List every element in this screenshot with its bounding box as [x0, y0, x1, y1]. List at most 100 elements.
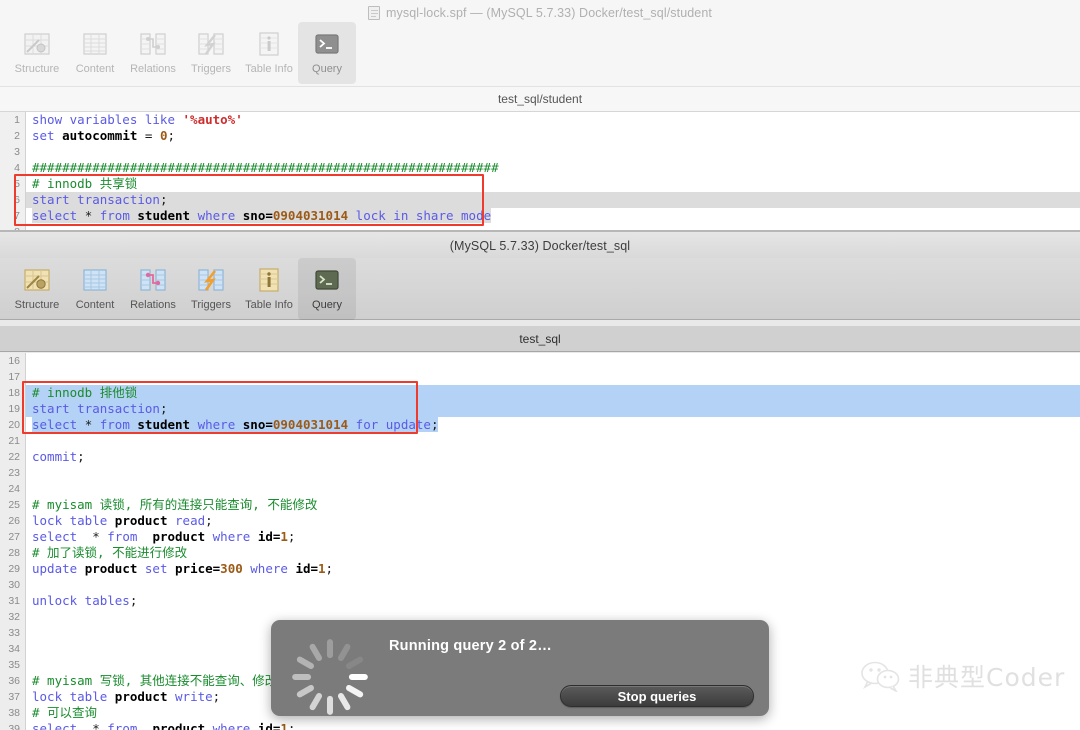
- code-token: where: [250, 561, 296, 576]
- line-number: 17: [8, 371, 20, 383]
- section-bar-label: test_sql: [519, 331, 561, 346]
- code-token: ;: [287, 721, 296, 730]
- code-area-top[interactable]: show variables like '%auto%' set autocomm…: [26, 112, 1080, 232]
- line-number: 20: [8, 419, 20, 431]
- code-token: student: [137, 417, 198, 432]
- code-line[interactable]: [26, 481, 1080, 497]
- code-line[interactable]: [26, 465, 1080, 481]
- code-line[interactable]: # myisam 读锁, 所有的连接只能查询, 不能修改: [26, 497, 1080, 513]
- toolbar-item-triggers[interactable]: Triggers: [182, 258, 240, 320]
- code-token: *: [84, 417, 100, 432]
- code-line[interactable]: select * from product where id=1;: [26, 721, 1080, 730]
- code-token: id=: [295, 561, 319, 576]
- section-bar-label: test_sql/student: [497, 92, 583, 106]
- code-token: ;: [77, 449, 85, 464]
- code-token: show variables like: [32, 112, 183, 127]
- code-token: # 加了读锁, 不能进行修改: [32, 545, 188, 560]
- code-token: *: [84, 208, 100, 223]
- toolbar-item-relations[interactable]: Relations: [124, 22, 182, 84]
- code-line[interactable]: lock table product read;: [26, 513, 1080, 529]
- line-number: 35: [8, 659, 20, 671]
- code-line[interactable]: [26, 433, 1080, 449]
- code-token: from: [107, 721, 153, 730]
- window-main-toolbar: Structure Content Relations Triggers Tab…: [0, 258, 1080, 320]
- code-token: 1: [280, 529, 288, 544]
- code-token: ;: [287, 529, 296, 544]
- gutter-top: 12345678: [0, 112, 26, 232]
- toolbar-label: Triggers: [191, 63, 231, 75]
- toolbar-item-structure[interactable]: Structure: [8, 258, 66, 320]
- toolbar-label: Table Info: [245, 299, 293, 311]
- line-number: 34: [8, 643, 20, 655]
- line-number: 3: [14, 146, 20, 158]
- code-line[interactable]: set autocommit = 0;: [26, 128, 1080, 144]
- toolbar-item-content[interactable]: Content: [66, 258, 124, 320]
- line-number: 2: [14, 130, 20, 142]
- code-line[interactable]: select * from student where sno=09040310…: [26, 417, 1080, 433]
- query-icon: [315, 34, 339, 54]
- code-line[interactable]: # innodb 共享锁: [26, 176, 1080, 192]
- toolbar-item-relations[interactable]: Relations: [124, 258, 182, 320]
- code-token: unlock tables: [32, 593, 130, 608]
- toolbar-label: Query: [312, 299, 342, 311]
- code-token: # innodb 共享锁: [32, 176, 138, 191]
- loading-spinner-icon: [292, 639, 368, 715]
- code-token: # myisam 读锁, 所有的连接只能查询, 不能修改: [32, 497, 318, 512]
- toolbar-item-table-info[interactable]: Table Info: [240, 22, 298, 84]
- code-token: student: [137, 208, 198, 223]
- code-line[interactable]: start transaction;: [26, 192, 1080, 208]
- code-line[interactable]: # innodb 排他锁: [26, 385, 1080, 401]
- sql-editor-top[interactable]: 12345678 show variables like '%auto%' set…: [0, 112, 1080, 232]
- code-line[interactable]: [26, 577, 1080, 593]
- code-token: ;: [325, 561, 334, 576]
- toolbar-item-structure[interactable]: Structure: [8, 22, 66, 84]
- progress-message: Running query 2 of 2…: [389, 638, 552, 654]
- code-line[interactable]: [26, 369, 1080, 385]
- table-info-icon: [259, 32, 279, 56]
- code-line[interactable]: commit;: [26, 449, 1080, 465]
- code-line[interactable]: # 加了读锁, 不能进行修改: [26, 545, 1080, 561]
- code-token: select: [32, 417, 85, 432]
- code-line[interactable]: [26, 353, 1080, 369]
- toolbar-item-query[interactable]: Query: [298, 258, 356, 320]
- code-token: start transaction: [32, 192, 160, 207]
- line-number: 25: [8, 499, 20, 511]
- line-number: 16: [8, 355, 20, 367]
- code-line[interactable]: [26, 144, 1080, 160]
- toolbar-label: Query: [312, 63, 342, 75]
- line-number: 7: [14, 210, 20, 222]
- code-line[interactable]: ########################################…: [26, 160, 1080, 176]
- code-token: update: [32, 561, 85, 576]
- code-token: id=: [257, 721, 281, 730]
- code-token: *: [92, 721, 108, 730]
- code-line[interactable]: update product set price=300 where id=1;: [26, 561, 1080, 577]
- content-icon: [83, 33, 107, 55]
- line-number: 33: [8, 627, 20, 639]
- line-number: 19: [8, 403, 20, 415]
- code-token: for update: [355, 417, 431, 432]
- code-token: # 可以查询: [32, 705, 98, 720]
- code-token: where: [212, 529, 258, 544]
- code-line[interactable]: select * from product where id=1;: [26, 529, 1080, 545]
- code-line[interactable]: select * from student where sno=09040310…: [26, 208, 1080, 224]
- code-token: price=: [175, 561, 221, 576]
- toolbar-item-query[interactable]: Query: [298, 22, 356, 84]
- line-number: 1: [14, 114, 20, 126]
- line-number: 37: [8, 691, 20, 703]
- toolbar-item-content[interactable]: Content: [66, 22, 124, 84]
- code-token: set: [32, 128, 63, 143]
- code-line[interactable]: show variables like '%auto%': [26, 112, 1080, 128]
- stop-queries-button[interactable]: Stop queries: [560, 685, 754, 707]
- line-number: 6: [14, 194, 20, 206]
- code-line[interactable]: start transaction;: [26, 401, 1080, 417]
- table-info-icon: [259, 268, 279, 292]
- code-token: lock in share mode: [355, 208, 492, 223]
- watermark: 非典型Coder: [860, 658, 1065, 694]
- code-token: where: [212, 721, 258, 730]
- code-line[interactable]: unlock tables;: [26, 593, 1080, 609]
- code-token: # innodb 排他锁: [32, 385, 138, 400]
- code-token: from: [99, 208, 138, 223]
- toolbar-item-triggers[interactable]: Triggers: [182, 22, 240, 84]
- line-number: 26: [8, 515, 20, 527]
- toolbar-item-table-info[interactable]: Table Info: [240, 258, 298, 320]
